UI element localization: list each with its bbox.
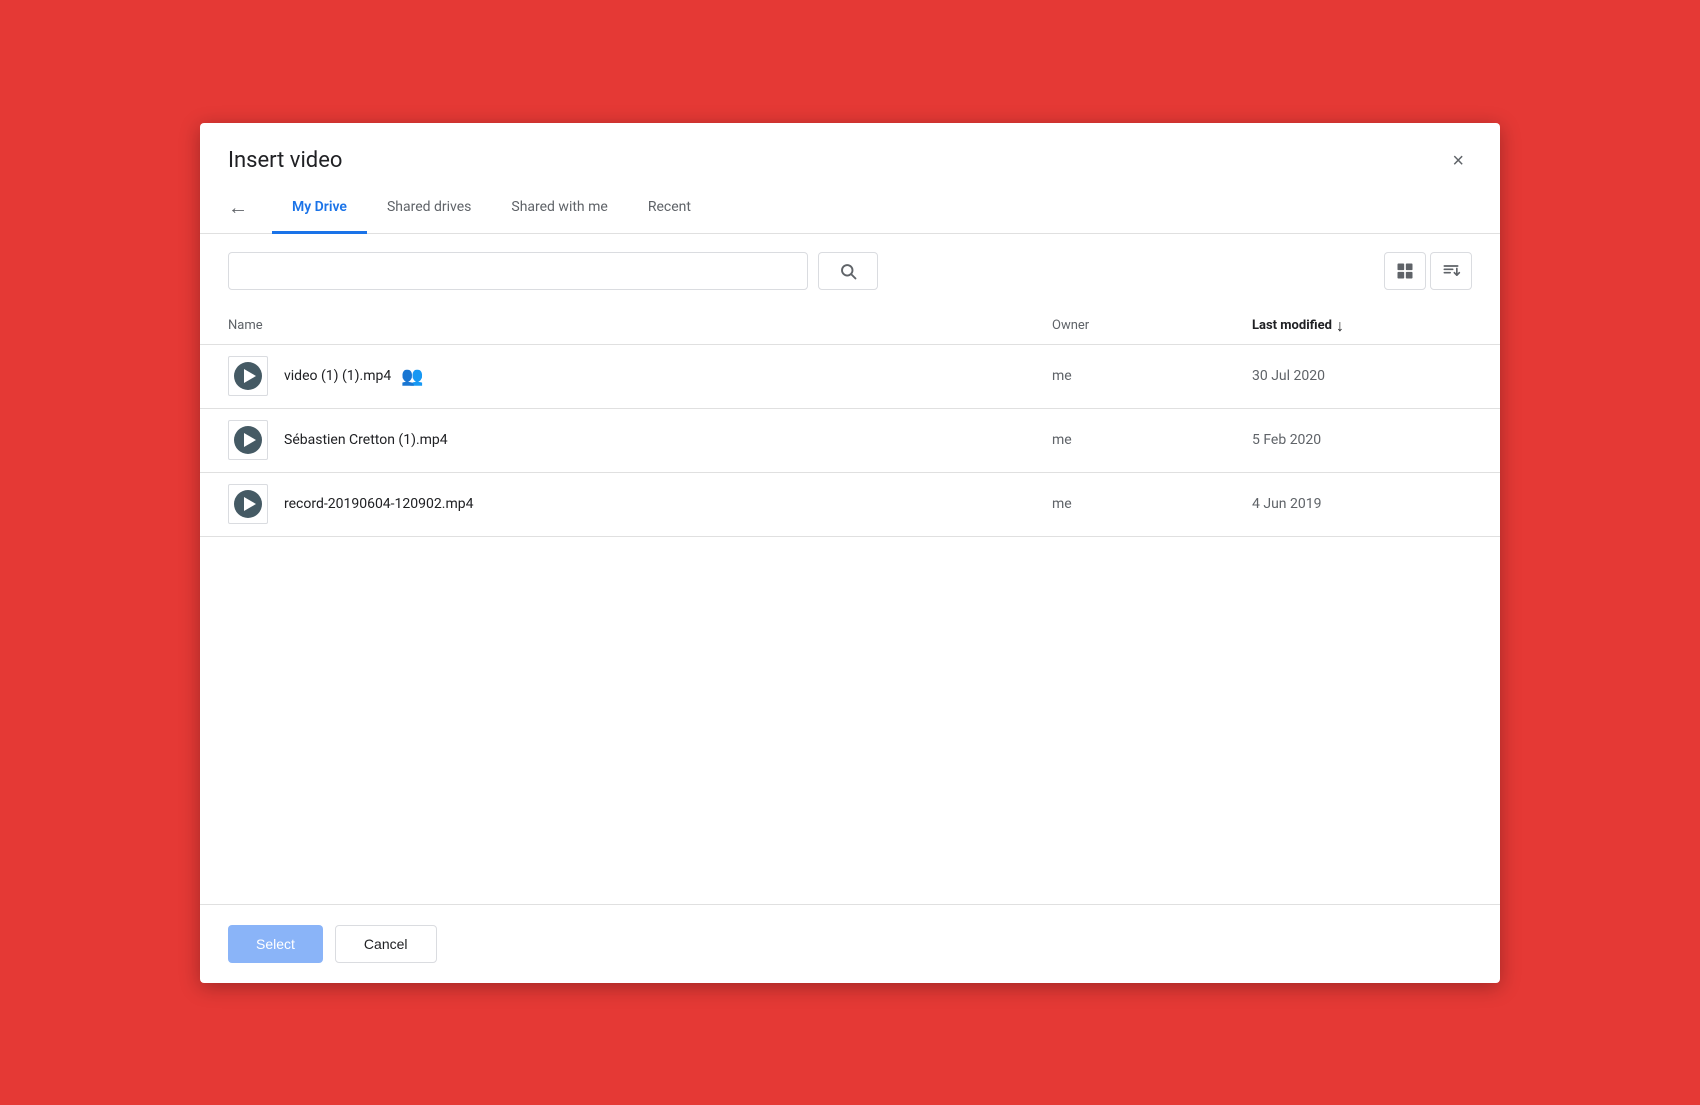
play-circle	[234, 490, 262, 518]
file-name-cell: video (1) (1).mp4 👥	[284, 366, 1052, 387]
shared-icon: 👥	[401, 366, 423, 387]
grid-icon	[1395, 261, 1415, 281]
col-owner-header: Owner	[1052, 318, 1252, 333]
file-owner: me	[1052, 496, 1252, 512]
file-name: video (1) (1).mp4	[284, 368, 391, 384]
view-controls	[1384, 252, 1472, 290]
tab-shared-with-me[interactable]: Shared with me	[491, 183, 627, 234]
video-thumbnail	[228, 356, 268, 396]
play-triangle-icon	[244, 433, 256, 447]
sort-icon	[1441, 261, 1461, 281]
file-modified: 5 Feb 2020	[1252, 432, 1472, 448]
video-thumbnail	[228, 484, 268, 524]
col-name-header: Name	[228, 318, 1052, 333]
play-circle	[234, 426, 262, 454]
search-icon	[839, 262, 857, 280]
file-icon	[228, 484, 268, 524]
video-thumbnail	[228, 420, 268, 460]
file-name: record-20190604-120902.mp4	[284, 496, 473, 512]
tab-my-drive[interactable]: My Drive	[272, 183, 367, 234]
col-modified-header[interactable]: Last modified ↓	[1252, 316, 1472, 336]
file-modified: 4 Jun 2019	[1252, 496, 1472, 512]
file-owner: me	[1052, 432, 1252, 448]
file-icon	[228, 356, 268, 396]
tabs-row: ← My Drive Shared drives Shared with me …	[200, 183, 1500, 234]
select-button[interactable]: Select	[228, 925, 323, 963]
table-row[interactable]: Sébastien Cretton (1).mp4 me 5 Feb 2020	[200, 409, 1500, 473]
close-button[interactable]: ×	[1444, 147, 1472, 175]
search-row	[200, 234, 1500, 308]
file-list: video (1) (1).mp4 👥 me 30 Jul 2020 Sébas…	[200, 345, 1500, 537]
back-button[interactable]: ←	[228, 190, 264, 226]
table-row[interactable]: record-20190604-120902.mp4 me 4 Jun 2019	[200, 473, 1500, 537]
file-name-cell: record-20190604-120902.mp4	[284, 496, 1052, 512]
play-circle	[234, 362, 262, 390]
sort-view-button[interactable]	[1430, 252, 1472, 290]
tab-shared-drives[interactable]: Shared drives	[367, 183, 491, 234]
dialog-title: Insert video	[228, 148, 342, 173]
dialog-footer: Select Cancel	[200, 904, 1500, 983]
insert-video-dialog: Insert video × ← My Drive Shared drives …	[200, 123, 1500, 983]
tab-recent[interactable]: Recent	[628, 183, 711, 234]
file-icon	[228, 420, 268, 460]
file-name-cell: Sébastien Cretton (1).mp4	[284, 432, 1052, 448]
grid-view-button[interactable]	[1384, 252, 1426, 290]
table-header: Name Owner Last modified ↓	[200, 308, 1500, 345]
play-triangle-icon	[244, 369, 256, 383]
table-row[interactable]: video (1) (1).mp4 👥 me 30 Jul 2020	[200, 345, 1500, 409]
file-name: Sébastien Cretton (1).mp4	[284, 432, 448, 448]
sort-arrow-icon: ↓	[1336, 316, 1344, 336]
play-triangle-icon	[244, 497, 256, 511]
cancel-button[interactable]: Cancel	[335, 925, 437, 963]
file-owner: me	[1052, 368, 1252, 384]
dialog-header: Insert video ×	[200, 123, 1500, 175]
search-input[interactable]	[228, 252, 808, 290]
file-modified: 30 Jul 2020	[1252, 368, 1472, 384]
search-button[interactable]	[818, 252, 878, 290]
